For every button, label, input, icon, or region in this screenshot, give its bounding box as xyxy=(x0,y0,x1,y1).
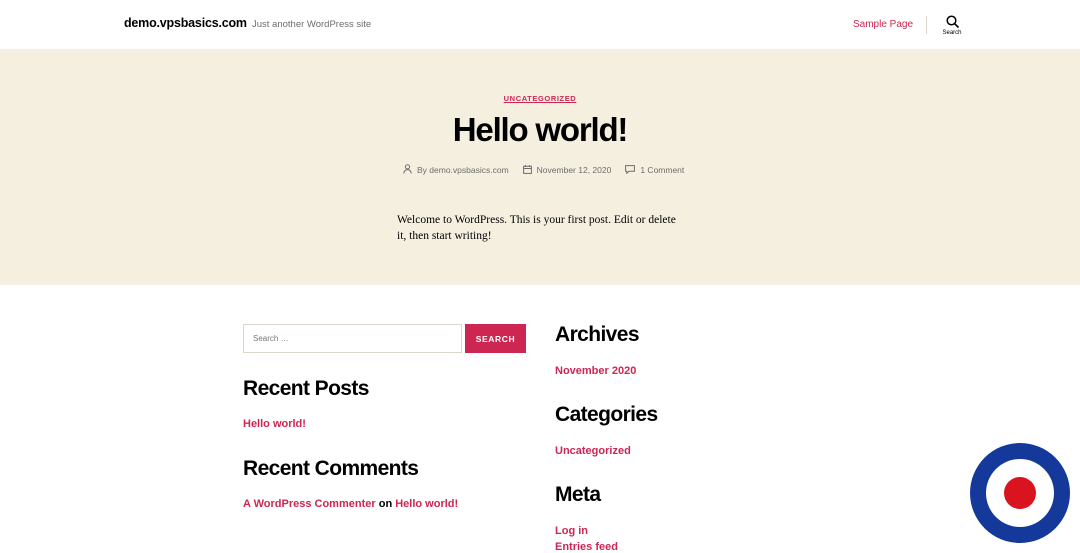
comment-on-text: on xyxy=(378,498,393,510)
recent-posts-title: Recent Posts xyxy=(243,377,369,400)
comment-author-link[interactable]: A WordPress Commenter xyxy=(243,498,376,510)
category-widget-link[interactable]: Uncategorized xyxy=(555,445,631,457)
date-link[interactable]: November 12, 2020 xyxy=(537,165,612,175)
meta-login-link[interactable]: Log in xyxy=(555,525,588,537)
comment-icon xyxy=(625,164,640,176)
recent-comment-item: A WordPress Commenter on Hello world! xyxy=(243,498,458,510)
recent-comments-title: Recent Comments xyxy=(243,457,419,480)
site-header: demo.vpsbasics.com Just another WordPres… xyxy=(0,0,1080,49)
search-icon xyxy=(936,15,968,28)
post-date: November 12, 2020 xyxy=(522,164,612,176)
meta-entries-feed-link[interactable]: Entries feed xyxy=(555,541,618,553)
comment-post-link[interactable]: Hello world! xyxy=(395,498,458,510)
post-categories: UNCATEGORIZED xyxy=(0,88,1080,106)
post-content: Welcome to WordPress. This is your first… xyxy=(397,214,676,242)
site-title[interactable]: demo.vpsbasics.com xyxy=(124,16,247,30)
author-link[interactable]: demo.vpsbasics.com xyxy=(429,165,508,175)
post-header: UNCATEGORIZED Hello world! By demo.vpsba… xyxy=(0,49,1080,285)
search-toggle-label: Search xyxy=(942,30,962,36)
widget-search-form: SEARCH xyxy=(243,324,526,353)
comments-link[interactable]: 1 Comment xyxy=(640,165,684,175)
author-prefix: By xyxy=(417,165,427,175)
archives-title: Archives xyxy=(555,323,640,346)
search-toggle-button[interactable]: Search xyxy=(936,15,968,43)
nav-link-sample-page[interactable]: Sample Page xyxy=(853,19,913,30)
meta-title: Meta xyxy=(555,483,601,506)
widget-search-input[interactable] xyxy=(243,324,462,353)
post-comments: 1 Comment xyxy=(625,164,684,176)
post-author: By demo.vpsbasics.com xyxy=(403,164,509,176)
nav-divider xyxy=(926,16,927,34)
category-link[interactable]: UNCATEGORIZED xyxy=(504,94,577,103)
categories-title: Categories xyxy=(555,403,658,426)
calendar-icon xyxy=(522,164,537,176)
post-title: Hello world! xyxy=(452,111,629,148)
archive-link[interactable]: November 2020 xyxy=(555,365,636,377)
recent-post-link[interactable]: Hello world! xyxy=(243,418,306,430)
user-icon xyxy=(403,164,417,176)
floating-roundel-button[interactable] xyxy=(970,443,1070,543)
widget-search-button[interactable]: SEARCH xyxy=(465,324,526,353)
site-description: Just another WordPress site xyxy=(252,19,372,30)
roundel-ring xyxy=(986,459,1054,527)
roundel-dot xyxy=(1004,477,1036,509)
post-meta: By demo.vpsbasics.com November 12, 2020 … xyxy=(403,164,698,176)
